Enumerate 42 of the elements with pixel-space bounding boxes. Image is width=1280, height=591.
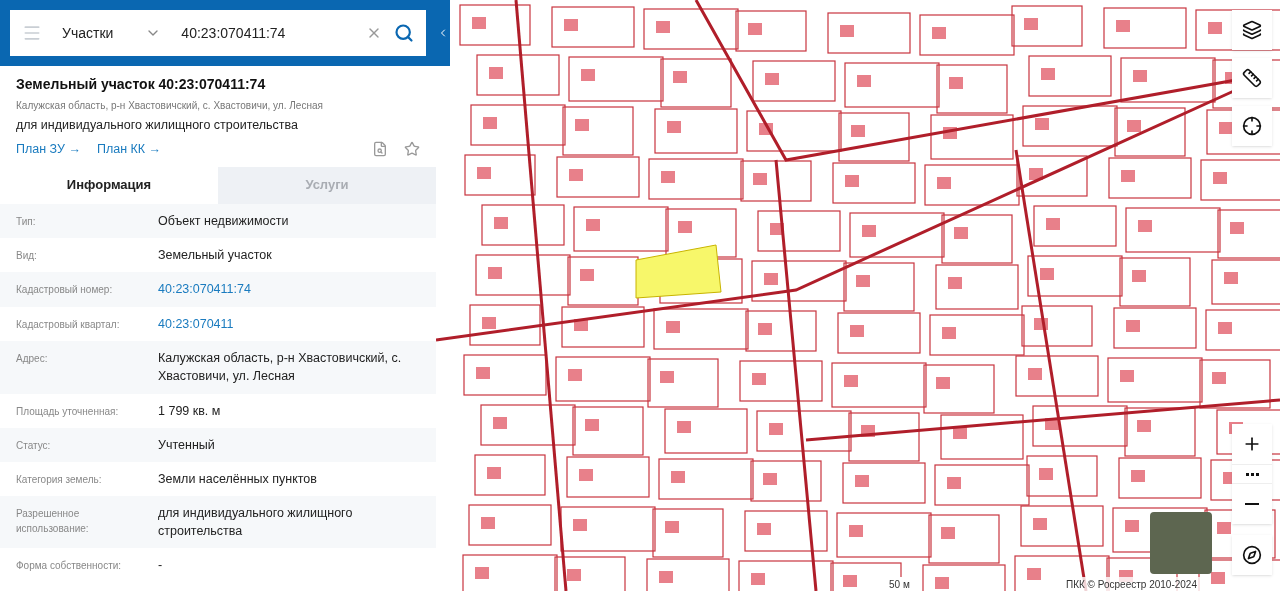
info-value: Объект недвижимости	[158, 212, 289, 230]
minus-icon	[1245, 503, 1259, 505]
parcel-purpose: для индивидуального жилищного строительства	[16, 117, 300, 134]
info-value: Земельный участок	[158, 246, 272, 264]
locate-button[interactable]	[1232, 106, 1272, 146]
search-document-icon[interactable]	[372, 141, 388, 158]
info-link[interactable]: 40:23:070411:74	[158, 279, 251, 299]
plan-link[interactable]: План ЗУ →	[16, 139, 81, 159]
info-value: для индивидуального жилищного строительства	[158, 504, 354, 540]
ruler-icon	[1242, 68, 1262, 88]
category-dropdown[interactable]: Участки	[54, 22, 170, 44]
info-value: Земли населённых пунктов	[158, 470, 317, 488]
info-label: Тип:	[16, 214, 37, 229]
compass-icon	[1242, 545, 1262, 565]
info-label: Кадастровый номер:	[16, 282, 114, 297]
info-link[interactable]: 40:23:070411	[158, 314, 234, 334]
satellite-thumbnail[interactable]	[1150, 512, 1212, 574]
layers-icon	[1242, 20, 1262, 40]
info-label: Статус:	[16, 438, 52, 453]
search-field[interactable]: 40:23:070411:74	[181, 22, 354, 44]
search-icon[interactable]	[394, 23, 414, 43]
info-label: Разрешенное использование:	[16, 506, 90, 536]
info-value: Калужская область, р-н Хвастовичский, с. Хвастовичи, ул. Лесная	[158, 350, 403, 386]
info-label: Адрес:	[16, 352, 49, 367]
more-button[interactable]	[1232, 464, 1272, 484]
ruler-button[interactable]	[1232, 58, 1272, 98]
layers-button[interactable]	[1232, 10, 1272, 50]
info-label: Площадь уточненная:	[16, 404, 120, 419]
info-value: -	[158, 557, 163, 575]
info-label: Форма собственности:	[16, 559, 123, 574]
info-label: Категория земель:	[16, 472, 103, 487]
info-value: 1 799 кв. м	[158, 402, 221, 420]
dots-icon	[1245, 472, 1259, 476]
info-label: Кадастровый квартал:	[16, 317, 121, 332]
crosshair-icon	[1242, 116, 1262, 136]
info-value: Учтенный	[158, 436, 215, 454]
parcel-address: Калужская область, р-н Хвастовичский, с. Хвастовичи, ул. Лесная	[16, 99, 324, 113]
compass-button[interactable]	[1232, 535, 1272, 575]
star-icon[interactable]	[404, 141, 420, 158]
parcel-title: Земельный участок 40:23:070411:74	[16, 75, 267, 94]
info-label: Вид:	[16, 248, 38, 263]
plan-link[interactable]: План КК →	[96, 139, 162, 159]
